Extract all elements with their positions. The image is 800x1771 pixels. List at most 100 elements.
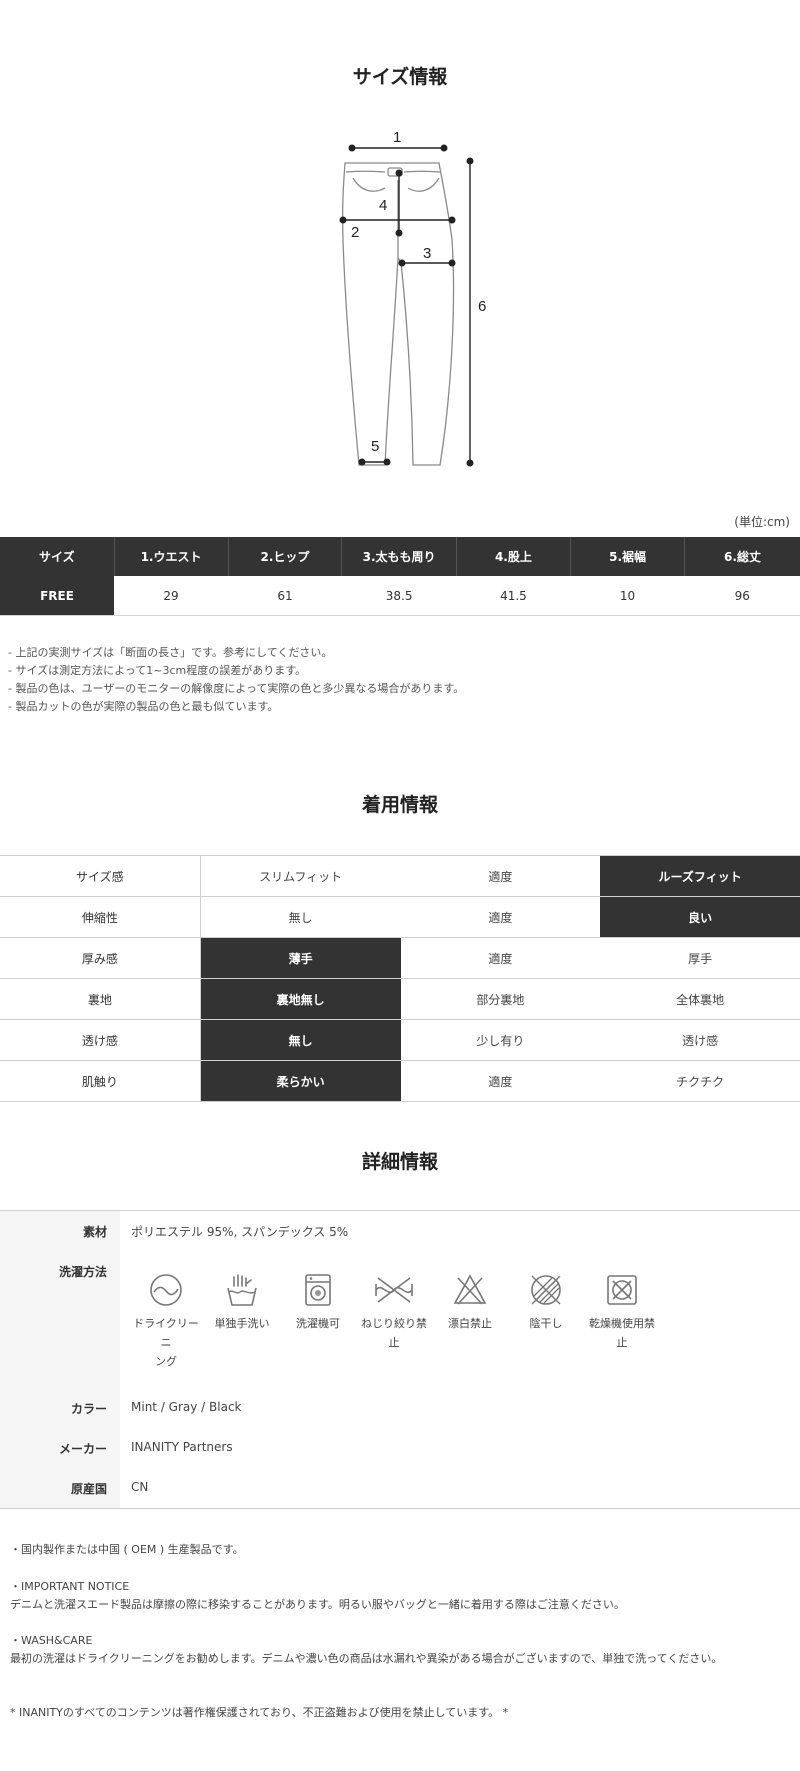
wash-care-text: 最初の洗濯はドライクリーニングをお勧めします。デニムや濃い色の商品は水漏れや異染… (10, 1652, 723, 1665)
size-info-title: サイズ情報 (352, 66, 448, 88)
fit-option-selected: 無し (200, 1019, 401, 1061)
wash-item-no-tumble-dry: 乾燥機使用禁止 (584, 1272, 660, 1352)
wash-label: 洗濯方法 (58, 1265, 107, 1279)
fit-option-selected: ルーズフィット (600, 855, 800, 897)
fit-option-selected: 柔らかい (200, 1060, 401, 1102)
wash-care-title: ・WASH&CARE (10, 1634, 93, 1647)
machine-wash-icon (305, 1274, 331, 1306)
table-header-cell: 4.股上 (455, 537, 571, 576)
size-notes: - 上記の実測サイズは「断面の長さ」です。参考にしてください。 - サイズは測定… (8, 644, 464, 716)
wash-item-label: ねじり絞り禁止 (361, 1317, 427, 1349)
diagram-label: 2 (351, 224, 359, 241)
table-cell: 96 (684, 576, 800, 616)
pants-measurement-diagram: 1 2 3 4 5 6 (339, 129, 486, 467)
fit-row-label: 厚み感 (0, 937, 201, 979)
important-notice-title: ・IMPORTANT NOTICE (10, 1580, 130, 1593)
fit-row: 透け感 無し 少し有り 透け感 (0, 1019, 800, 1061)
color-value: Mint / Gray / Black (131, 1400, 242, 1414)
size-table-header: サイズ 1.ウエスト 2.ヒップ 3.太もも周り 4.股上 5.裾幅 6.総丈 (0, 537, 800, 576)
wash-item-dry-clean: ドライクリーニ ング (128, 1272, 204, 1371)
origin-label: 原産国 (70, 1482, 107, 1496)
shade-dry-icon (531, 1275, 561, 1305)
fit-option: チクチク (600, 1060, 800, 1102)
diagram-label: 6 (478, 298, 486, 315)
table-cell: 10 (570, 576, 685, 616)
fit-row: 伸縮性 無し 適度 良い (0, 896, 800, 938)
diagram-label: 3 (423, 245, 431, 262)
table-header-cell: 1.ウエスト (113, 537, 228, 576)
no-wring-icon (375, 1277, 413, 1303)
note-line: - 製品カットの色が実際の製品の色と最も似ています。 (8, 700, 279, 713)
fit-option-selected: 薄手 (200, 937, 401, 979)
maker-label: メーカー (58, 1442, 107, 1456)
fit-option: 適度 (400, 855, 601, 897)
wash-item-label: ング (155, 1355, 177, 1368)
no-tumble-dry-icon (607, 1275, 637, 1305)
fit-row: 肌触り 柔らかい 適度 チクチク (0, 1060, 800, 1102)
fit-option: 適度 (400, 937, 601, 979)
color-label: カラー (70, 1402, 107, 1416)
fit-option: 厚手 (600, 937, 800, 979)
fit-option: 透け感 (600, 1019, 800, 1061)
hand-wash-icon (227, 1274, 257, 1306)
table-header-cell: 5.裾幅 (570, 537, 685, 576)
origin-value: CN (131, 1480, 149, 1494)
origin-note: ・国内製作または中国 ( OEM ) 生産製品です。 (10, 1543, 244, 1556)
fit-option: スリムフィット (200, 855, 401, 897)
diagram-label: 5 (371, 438, 379, 455)
wash-item-label: 乾燥機使用禁止 (589, 1317, 655, 1349)
fit-row-label: 透け感 (0, 1019, 201, 1061)
fit-option: 部分裏地 (400, 978, 601, 1020)
unit-label: (単位:cm) (734, 515, 790, 529)
maker-value: INANITY Partners (131, 1440, 233, 1454)
size-table: サイズ 1.ウエスト 2.ヒップ 3.太もも周り 4.股上 5.裾幅 6.総丈 … (0, 537, 800, 616)
fit-row-label: 肌触り (0, 1060, 201, 1102)
fit-option: 適度 (400, 896, 601, 938)
fit-option: 適度 (400, 1060, 601, 1102)
dry-clean-icon (150, 1274, 182, 1306)
important-notice-text: デニムと洗濯スエード製品は摩擦の際に移染することがあります。明るい服やバッグと一… (10, 1598, 625, 1611)
wash-item-hand-wash: 単独手洗い (204, 1272, 280, 1333)
fit-option: 少し有り (400, 1019, 601, 1061)
fit-row-label: 伸縮性 (0, 896, 201, 938)
diagram-label: 4 (379, 197, 387, 214)
table-header-cell: サイズ (0, 537, 115, 576)
note-line: - サイズは測定方法によって1~3cm程度の誤差があります。 (8, 664, 307, 677)
fit-option: 無し (200, 896, 401, 938)
diagram-label: 1 (393, 129, 401, 146)
material-label: 素材 (82, 1225, 107, 1239)
note-line: - 上記の実測サイズは「断面の長さ」です。参考にしてください。 (8, 646, 333, 659)
wash-item-no-wring: ねじり絞り禁止 (356, 1272, 432, 1352)
fit-row: 裏地 裏地無し 部分裏地 全体裏地 (0, 978, 800, 1020)
table-cell: 38.5 (341, 576, 457, 616)
no-bleach-icon (453, 1274, 487, 1305)
table-cell: 41.5 (456, 576, 571, 616)
fit-option-selected: 裏地無し (200, 978, 401, 1020)
detail-label-column (0, 1211, 120, 1508)
detail-table: 素材 ポリエステル 95%, スパンデックス 5% 洗濯方法 カラー Mint … (0, 1210, 800, 1509)
wash-item-shade-dry: 陰干し (508, 1272, 584, 1333)
fit-row-label: 裏地 (0, 978, 201, 1020)
wash-item-no-bleach: 漂白禁止 (432, 1272, 508, 1333)
fit-table: サイズ感 スリムフィット 適度 ルーズフィット 伸縮性 無し 適度 良い 厚み感 薄手 適度 厚手 裏地… (0, 855, 800, 1102)
wash-item-label: 漂白禁止 (448, 1317, 492, 1330)
wash-item-label: ドライクリーニ (133, 1317, 199, 1349)
copyright-notice: * INANITYのすべてのコンテンツは著作権保護されており、不正盗難および使用… (10, 1706, 509, 1719)
table-header-cell: 2.ヒップ (227, 537, 342, 576)
table-row: FREE 29 61 38.5 41.5 10 96 (0, 576, 800, 616)
wash-item-label: 単独手洗い (214, 1317, 270, 1330)
table-header-cell: 3.太もも周り (341, 537, 457, 576)
wash-item-label: 洗濯機可 (296, 1317, 340, 1330)
material-value: ポリエステル 95%, スパンデックス 5% (131, 1225, 349, 1239)
fit-option: 全体裏地 (600, 978, 800, 1020)
table-cell: 61 (228, 576, 342, 616)
wash-item-machine-wash: 洗濯機可 (280, 1272, 356, 1333)
table-row-head: FREE (0, 576, 115, 616)
fit-info-title: 着用情報 (361, 794, 438, 816)
fit-option-selected: 良い (600, 896, 800, 938)
detail-info-title: 詳細情報 (361, 1151, 438, 1173)
note-line: - 製品の色は、ユーザーのモニターの解像度によって実際の色と多少異なる場合があり… (8, 682, 465, 695)
fit-row: サイズ感 スリムフィット 適度 ルーズフィット (0, 855, 800, 897)
table-header-cell: 6.総丈 (684, 537, 800, 576)
wash-item-label: 陰干し (529, 1317, 563, 1330)
